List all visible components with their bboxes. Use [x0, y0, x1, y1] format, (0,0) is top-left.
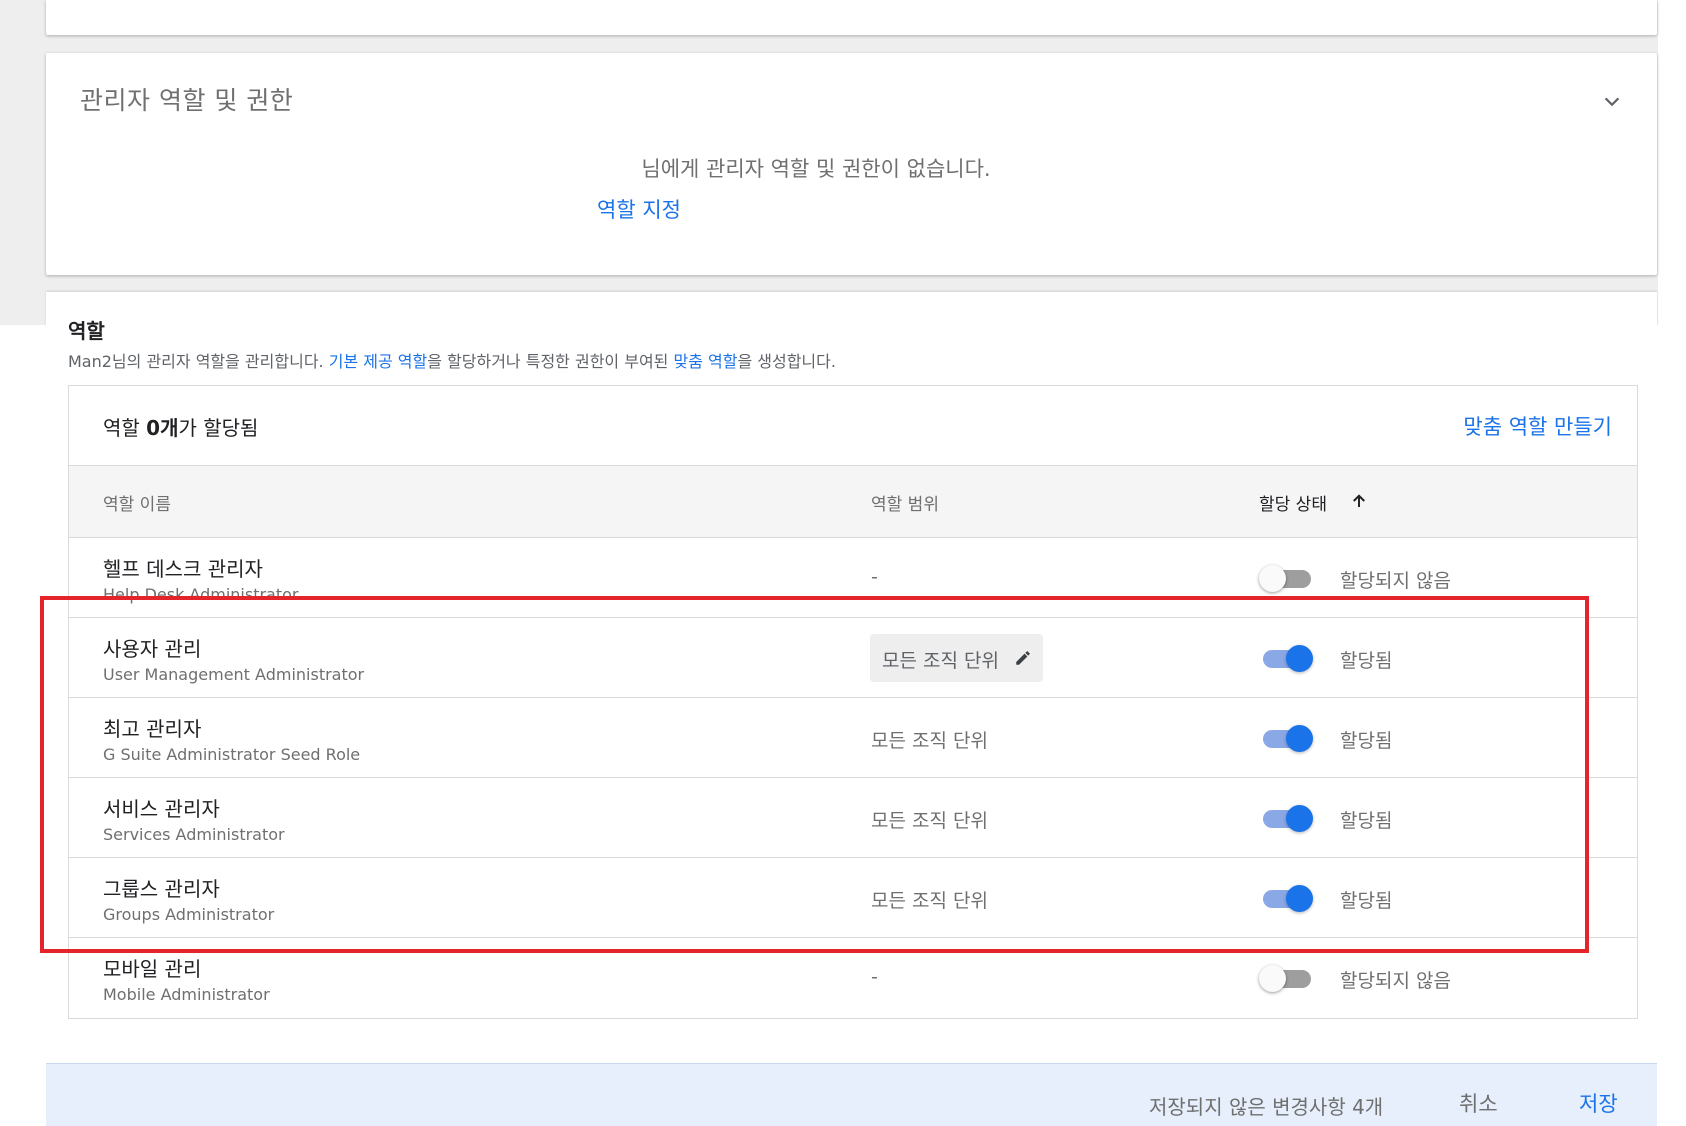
toggle-knob	[1286, 885, 1313, 912]
table-row: 서비스 관리자 Services Administrator 모든 조직 단위 …	[69, 778, 1637, 858]
assigned-prefix: 역할	[103, 416, 140, 440]
table-row: 최고 관리자 G Suite Administrator Seed Role 모…	[69, 698, 1637, 778]
role-subtitle: Help Desk Administrator	[103, 585, 299, 604]
assign-toggle[interactable]	[1259, 642, 1313, 674]
toggle-knob	[1259, 565, 1286, 592]
roles-desc-prefix: Man2님의 관리자 역할을 관리합니다.	[68, 352, 324, 371]
cancel-button[interactable]: 취소	[1459, 1088, 1498, 1118]
roles-desc-suffix: 을 생성합니다.	[737, 352, 836, 371]
role-scope-chip[interactable]: 모든 조직 단위	[870, 634, 1043, 682]
roles-heading: 역할	[68, 319, 105, 343]
role-subtitle: Groups Administrator	[103, 905, 275, 924]
roles-table-header: 역할 0개가 할당됨 맞춤 역할 만들기	[69, 386, 1637, 466]
arrow-up-icon[interactable]	[1350, 492, 1368, 510]
create-custom-role-link[interactable]: 맞춤 역할 만들기	[1463, 411, 1612, 441]
column-role-scope[interactable]: 역할 범위	[871, 490, 939, 515]
assign-status: 할당됨	[1340, 650, 1393, 672]
assigned-suffix: 가 할당됨	[178, 416, 259, 440]
page-background-edge	[1658, 0, 1686, 325]
role-subtitle: Mobile Administrator	[103, 985, 270, 1004]
role-name: 헬프 데스크 관리자	[103, 557, 263, 581]
role-scope: -	[871, 966, 878, 988]
assign-toggle[interactable]	[1259, 882, 1313, 914]
assign-role-link[interactable]: 역할 지정	[597, 194, 681, 224]
role-subtitle: G Suite Administrator Seed Role	[103, 745, 361, 764]
no-roles-message: 님에게 관리자 역할 및 권한이 없습니다.	[641, 157, 991, 181]
role-name: 사용자 관리	[103, 637, 202, 661]
toggle-knob	[1286, 725, 1313, 752]
role-name: 서비스 관리자	[103, 797, 220, 821]
unsaved-changes-text: 저장되지 않은 변경사항 4개	[1149, 1095, 1384, 1119]
roles-description: Man2님의 관리자 역할을 관리합니다. 기본 제공 역할을 할당하거나 특정…	[68, 348, 836, 372]
roles-desc-middle: 을 할당하거나 특정한 권한이 부여된	[427, 352, 669, 371]
assign-toggle[interactable]	[1259, 802, 1313, 834]
column-role-name[interactable]: 역할 이름	[103, 490, 171, 515]
previous-card	[46, 0, 1657, 35]
role-scope: 모든 조직 단위	[871, 890, 988, 912]
admin-roles-card: 관리자 역할 및 권한 님에게 관리자 역할 및 권한이 없습니다. 역할 지정	[46, 53, 1657, 275]
roles-table: 역할 0개가 할당됨 맞춤 역할 만들기 역할 이름 역할 범위 할당 상태 헬…	[68, 385, 1638, 1019]
admin-roles-title: 관리자 역할 및 권한	[80, 86, 294, 115]
role-name: 최고 관리자	[103, 717, 202, 741]
assign-status: 할당됨	[1340, 810, 1393, 832]
role-scope: 모든 조직 단위	[871, 730, 988, 752]
role-name: 모바일 관리	[103, 957, 202, 981]
chevron-down-icon[interactable]	[1601, 91, 1623, 113]
pencil-icon	[1016, 651, 1030, 665]
save-button[interactable]: 저장	[1579, 1088, 1618, 1118]
toggle-knob	[1259, 965, 1286, 992]
assign-status: 할당되지 않음	[1340, 970, 1451, 992]
assign-toggle[interactable]	[1259, 722, 1313, 754]
column-assign-status[interactable]: 할당 상태	[1259, 490, 1327, 515]
assign-toggle[interactable]	[1259, 562, 1313, 594]
role-scope: 모든 조직 단위	[871, 810, 988, 832]
toggle-knob	[1286, 805, 1313, 832]
table-row: 사용자 관리 User Management Administrator 모든 …	[69, 618, 1637, 698]
table-row: 헬프 데스크 관리자 Help Desk Administrator - 할당되…	[69, 538, 1637, 618]
table-row: 그룹스 관리자 Groups Administrator 모든 조직 단위 할당…	[69, 858, 1637, 938]
table-row: 모바일 관리 Mobile Administrator - 할당되지 않음	[69, 938, 1637, 1018]
toggle-knob	[1286, 645, 1313, 672]
builtin-roles-link[interactable]: 기본 제공 역할	[329, 352, 428, 371]
role-scope: 모든 조직 단위	[882, 650, 999, 672]
assigned-count: 역할 0개가 할당됨	[103, 412, 258, 441]
role-subtitle: Services Administrator	[103, 825, 285, 844]
assigned-number: 0개	[146, 416, 179, 440]
custom-roles-link[interactable]: 맞춤 역할	[673, 352, 737, 371]
save-bar: 저장되지 않은 변경사항 4개 취소 저장	[46, 1063, 1657, 1126]
assign-status: 할당되지 않음	[1340, 570, 1451, 592]
assign-toggle[interactable]	[1259, 962, 1313, 994]
roles-card-top	[46, 292, 1657, 326]
role-scope: -	[871, 566, 878, 588]
role-name: 그룹스 관리자	[103, 877, 220, 901]
role-subtitle: User Management Administrator	[103, 665, 365, 684]
assign-status: 할당됨	[1340, 730, 1393, 752]
assign-status: 할당됨	[1340, 890, 1393, 912]
column-headers: 역할 이름 역할 범위 할당 상태	[69, 466, 1637, 538]
